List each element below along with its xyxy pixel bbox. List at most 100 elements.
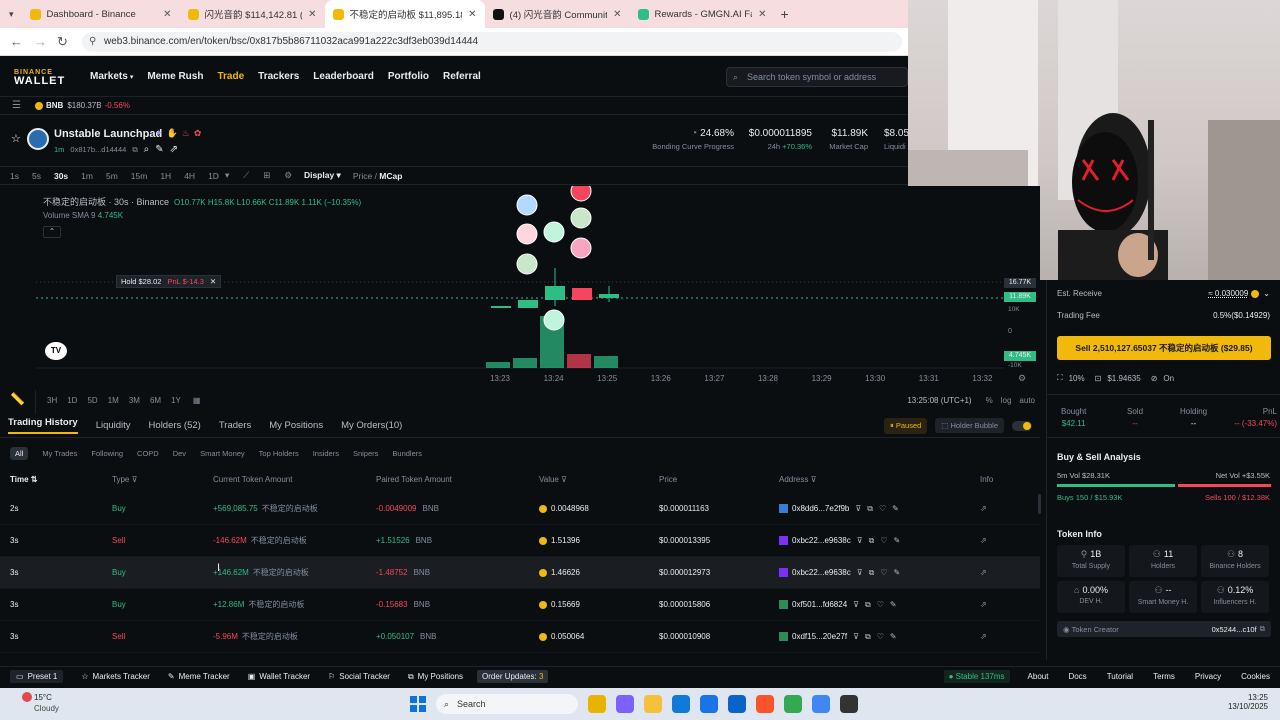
trade-marker-avatar[interactable]: [570, 237, 592, 259]
footer-link-tutorial[interactable]: Tutorial: [1107, 672, 1133, 681]
favorite-star-icon[interactable]: ☆: [11, 132, 21, 145]
tab-my-positions[interactable]: My Positions: [269, 420, 323, 431]
share-icon[interactable]: ⇗: [170, 144, 178, 155]
copilot-icon[interactable]: [616, 695, 634, 713]
wallet-address[interactable]: 0xbc22...e9638c: [792, 536, 851, 545]
browser-tab[interactable]: (4) 闪光音韵 Community / X ✕: [485, 0, 630, 28]
table-row[interactable]: 2s Buy +569,085.75 不稳定的启动板 -0.0049009 BNB 0.00…: [0, 493, 1040, 525]
interval-1m[interactable]: 1m: [81, 171, 93, 181]
column-header[interactable]: Address ⊽: [779, 475, 816, 484]
media-icon[interactable]: [840, 695, 858, 713]
tab-holders-[interactable]: Holders (52): [149, 420, 201, 431]
windows-start-icon[interactable]: [410, 696, 426, 712]
sell-button[interactable]: Sell 2,510,127.65037 不稳定的启动板 ($29.85): [1057, 336, 1271, 360]
site-info-icon[interactable]: ⚲: [89, 32, 96, 52]
close-icon[interactable]: ✕: [210, 277, 216, 286]
nav-referral[interactable]: Referral: [443, 71, 481, 82]
auto-toggle[interactable]: auto: [1019, 396, 1035, 405]
mcap-toggle[interactable]: MCap: [379, 171, 402, 181]
tradingview-logo[interactable]: TV: [45, 342, 67, 360]
edit-icon[interactable]: ✎: [890, 632, 897, 641]
table-row[interactable]: 3s Sell -146.62M 不稳定的启动板 +1.51526 BNB 1.51396 $…: [0, 525, 1040, 557]
heart-icon[interactable]: ♡: [879, 504, 886, 513]
tab-close-icon[interactable]: ✕: [163, 9, 171, 20]
column-header[interactable]: Type ⊽: [112, 475, 137, 484]
wallet-address[interactable]: 0xf501...fd6824: [792, 600, 847, 609]
footer-link-docs[interactable]: Docs: [1068, 672, 1086, 681]
filter-smart-money[interactable]: Smart Money: [200, 449, 245, 458]
slippage-value[interactable]: 10%: [1069, 374, 1085, 383]
column-header[interactable]: Info: [980, 475, 993, 484]
trade-marker-avatar[interactable]: [516, 253, 538, 275]
search-token-icon[interactable]: ⌕: [144, 144, 150, 155]
copy-creator-icon[interactable]: ⧉: [1260, 624, 1265, 634]
tab-liquidity[interactable]: Liquidity: [96, 420, 131, 431]
token-search-input[interactable]: ⌕ Search token symbol or address: [726, 67, 908, 87]
external-link-icon[interactable]: ⇗: [980, 493, 987, 525]
candle[interactable]: [572, 288, 592, 300]
tab-close-icon[interactable]: ✕: [468, 9, 476, 20]
filter-my-trades[interactable]: My Trades: [42, 449, 77, 458]
copy-icon[interactable]: ⧉: [869, 536, 875, 545]
brave-icon[interactable]: [756, 695, 774, 713]
footer-link-about[interactable]: About: [1028, 672, 1049, 681]
nav-markets[interactable]: Markets: [90, 71, 128, 82]
filter-icon[interactable]: ⊽: [857, 536, 863, 545]
nav-meme-rush[interactable]: Meme Rush: [147, 71, 203, 82]
chart-settings-icon[interactable]: ⚙: [1018, 373, 1026, 384]
range-6M[interactable]: 6M: [150, 396, 161, 405]
table-row[interactable]: 3s Buy +146.62M 不稳定的启动板 -1.48752 BNB 1.46626 $0…: [0, 557, 1040, 589]
wallet-address[interactable]: 0xbc22...e9638c: [792, 568, 851, 577]
taskbar-clock[interactable]: 13:25 13/10/2025: [1228, 693, 1268, 711]
footer-link-terms[interactable]: Terms: [1153, 672, 1175, 681]
trade-marker-avatar[interactable]: [543, 221, 565, 243]
folder-icon[interactable]: [644, 695, 662, 713]
nav-leaderboard[interactable]: Leaderboard: [313, 71, 374, 82]
tab-close-icon[interactable]: ✕: [758, 9, 766, 20]
tab-trading-history[interactable]: Trading History: [8, 417, 78, 434]
gas-icon[interactable]: ⊡: [1095, 374, 1102, 383]
bottom-item-my-positions[interactable]: ⧉ My Positions: [408, 672, 463, 682]
new-tab-icon[interactable]: +: [781, 6, 789, 22]
store-icon[interactable]: [700, 695, 718, 713]
trade-marker-avatar[interactable]: [543, 309, 565, 331]
paused-badge[interactable]: ⏸ Paused: [884, 417, 928, 434]
ruler-icon[interactable]: 📏: [10, 392, 25, 406]
candle[interactable]: [491, 306, 511, 308]
filter-copd[interactable]: COPD: [137, 449, 159, 458]
wallet-address[interactable]: 0x8dd6...7e2f9b: [792, 504, 849, 513]
url-field[interactable]: ⚲ web3.binance.com/en/token/bsc/0x817b5b…: [82, 32, 902, 52]
file-manager-icon[interactable]: [588, 695, 606, 713]
external-link-icon[interactable]: ⇗: [980, 557, 987, 589]
range-3H[interactable]: 3H: [47, 396, 57, 405]
chrome-icon[interactable]: [784, 695, 802, 713]
external-link-icon[interactable]: ⇗: [980, 525, 987, 557]
column-header[interactable]: Current Token Amount: [213, 475, 292, 484]
external-link-icon[interactable]: ⇗: [980, 589, 987, 621]
copy-icon[interactable]: ⧉: [132, 145, 137, 155]
chart-canvas[interactable]: 13:23 13:24 13:25 13:26 13:27 13:28 13:29 13:30…: [36, 186, 1040, 390]
column-header[interactable]: Paired Token Amount: [376, 475, 452, 484]
tab-list-icon[interactable]: ▾: [9, 9, 14, 20]
copy-icon[interactable]: ⧉: [865, 632, 871, 641]
forward-icon[interactable]: →: [34, 34, 47, 49]
filter-top-holders[interactable]: Top Holders: [259, 449, 299, 458]
column-header[interactable]: Value ⊽: [539, 475, 567, 484]
interval-5s[interactable]: 5s: [32, 171, 41, 181]
nav-trade[interactable]: Trade: [217, 71, 244, 82]
display-button[interactable]: Display ▾: [304, 170, 341, 181]
heart-icon[interactable]: ♡: [877, 632, 884, 641]
outlook-icon[interactable]: [728, 695, 746, 713]
range-3M[interactable]: 3M: [129, 396, 140, 405]
order-updates-button[interactable]: Order Updates: 3: [477, 670, 549, 683]
edit-icon[interactable]: ✎: [892, 504, 899, 513]
reload-icon[interactable]: ↻: [57, 34, 68, 50]
copy-icon[interactable]: ⧉: [867, 504, 873, 513]
filter-all[interactable]: All: [10, 446, 29, 460]
filter-bundlers[interactable]: Bundlers: [392, 449, 422, 458]
binance-wallet-logo[interactable]: BINANCE WALLET: [14, 68, 65, 87]
percent-toggle[interactable]: %: [986, 396, 993, 405]
footer-link-privacy[interactable]: Privacy: [1195, 672, 1221, 681]
mev-value[interactable]: On: [1163, 374, 1174, 383]
bottom-item-meme-tracker[interactable]: ✎ Meme Tracker: [168, 672, 230, 681]
